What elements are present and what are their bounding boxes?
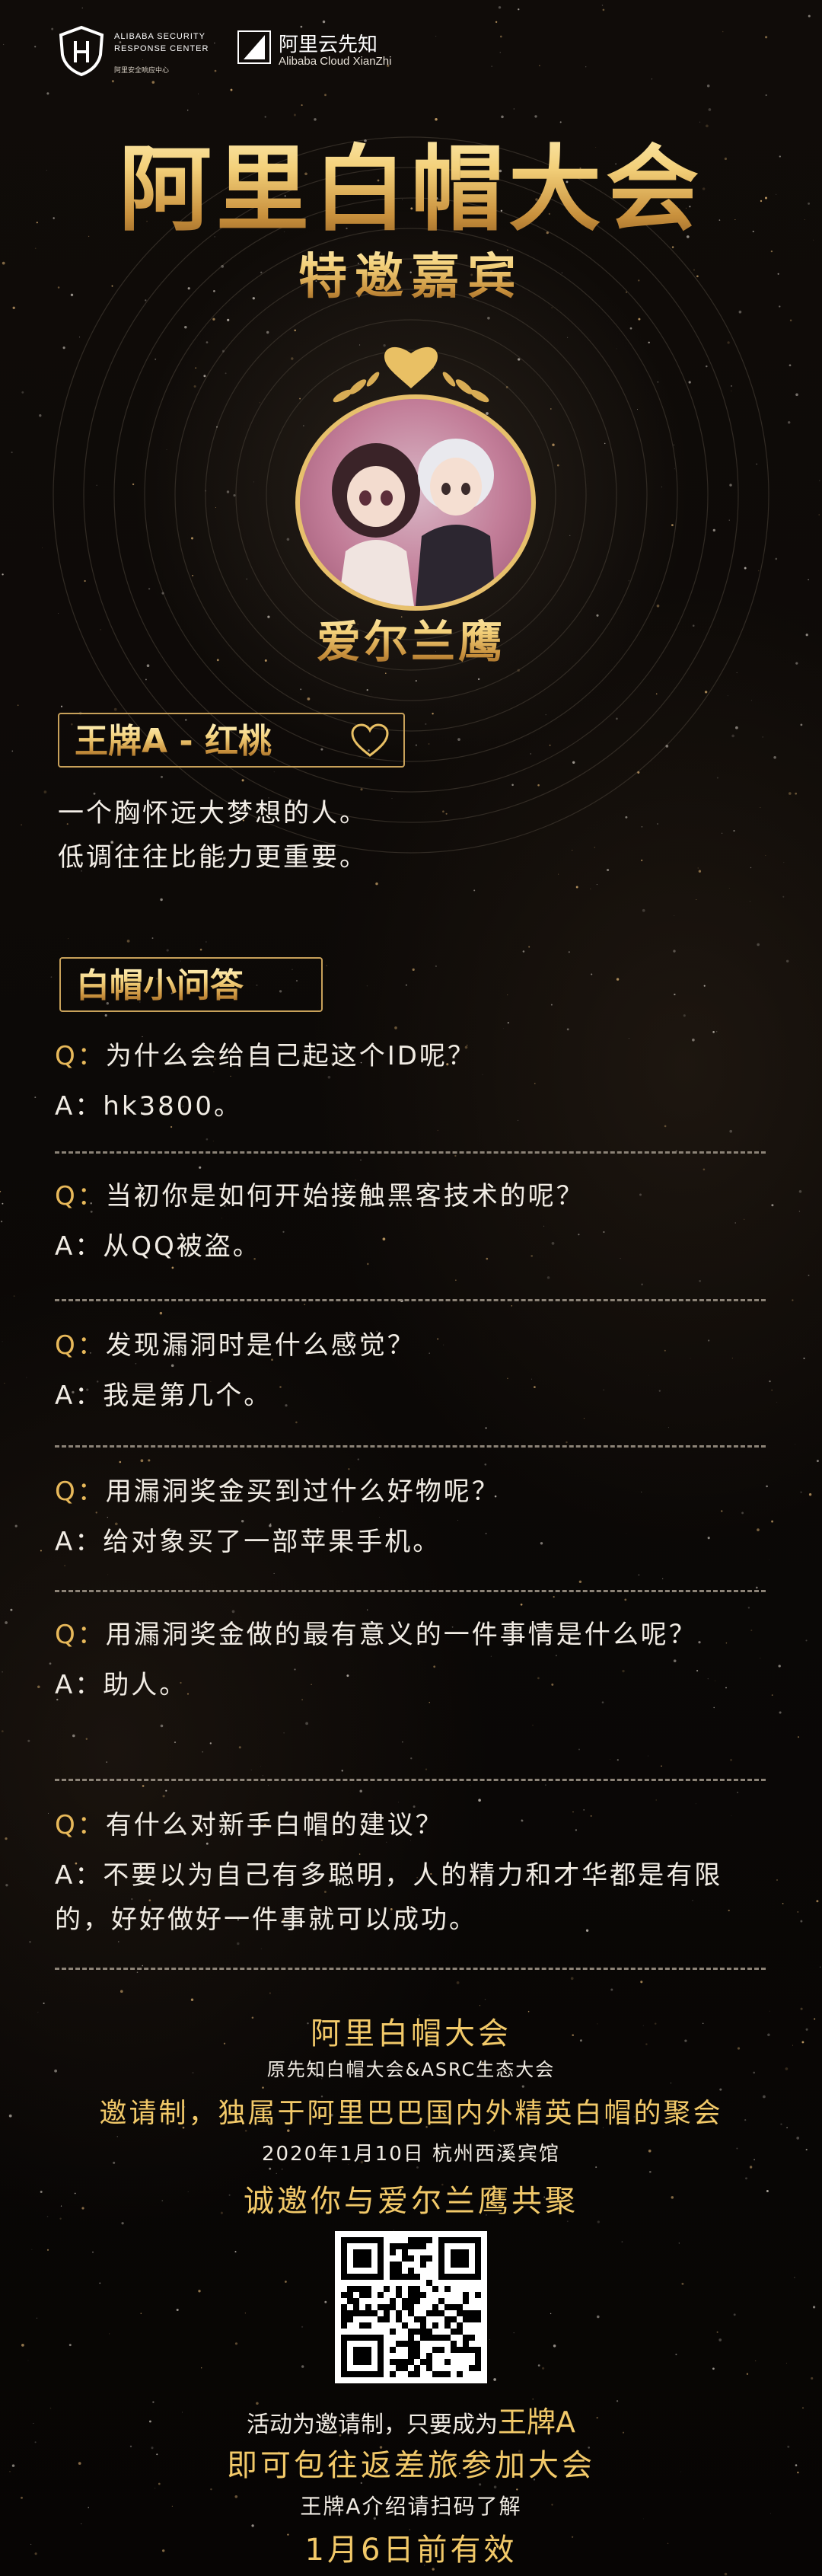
qa-item: Q：当初你是如何开始接触黑客技术的呢？ A：从QQ被盗。 xyxy=(55,1181,585,1262)
invite-line: 邀请制，独属于阿里巴巴国内外精英白帽的聚会 xyxy=(99,2098,723,2129)
question: 用漏洞奖金买到过什么好物呢？ xyxy=(105,1476,500,1507)
alibaba-security-shield-icon xyxy=(59,25,104,77)
invite-note: 活动为邀请制，只要成为王牌A xyxy=(0,2399,822,2440)
guest-name: 爱尔兰鹰 xyxy=(0,606,822,670)
event-subtitle: 原先知白帽大会&ASRC生态大会 xyxy=(266,2059,556,2080)
event-name: 阿里白帽大会 xyxy=(311,2016,511,2051)
divider xyxy=(55,1445,766,1448)
logo1-text: ALIBABA SECURITY RESPONSE CENTER xyxy=(114,32,209,53)
invite-note-text: 活动为邀请制，只要成为 xyxy=(247,2412,498,2438)
divider xyxy=(55,1151,766,1154)
invite-note-highlight: 王牌A xyxy=(498,2405,575,2439)
answer: 不要以为自己有多聪明，人的精力和才华都是有限的，好好做好一件事就可以成功。 xyxy=(55,1860,723,1935)
divider xyxy=(55,1299,766,1301)
travel-note: 即可包往返差旅参加大会 xyxy=(227,2448,595,2483)
qa-item: Q：为什么会给自己起这个ID呢？ A：hk3800。 xyxy=(55,1041,476,1122)
guest-avatar xyxy=(295,394,536,611)
answer: hk3800。 xyxy=(103,1091,243,1122)
invite-you: 诚邀你与爱尔兰鹰共聚 xyxy=(244,2184,578,2219)
divider xyxy=(55,1968,766,1970)
answer: 给对象买了一部苹果手机。 xyxy=(103,1527,441,1557)
card-tag: 王牌A - 红桃 xyxy=(58,713,405,768)
logo2-cn: 阿里云先知 xyxy=(279,34,378,56)
logo1-cn: 阿里安全响应中心 xyxy=(114,67,170,75)
question: 用漏洞奖金做的最有意义的一件事情是什么呢？ xyxy=(105,1620,697,1650)
date-place: 2020年1月10日 杭州西溪宾馆 xyxy=(261,2143,561,2166)
scan-note: 王牌A介绍请扫码了解 xyxy=(300,2494,522,2519)
divider xyxy=(55,1590,766,1592)
card-tag-label: 王牌A - 红桃 xyxy=(75,722,272,761)
valid-note: 1月6日前有效 xyxy=(304,2533,518,2568)
qa-item: Q：用漏洞奖金买到过什么好物呢？ A：给对象买了一部苹果手机。 xyxy=(55,1476,500,1557)
question: 发现漏洞时是什么感觉？ xyxy=(105,1330,416,1361)
qa-item: Q：发现漏洞时是什么感觉？ A：我是第几个。 xyxy=(55,1330,416,1411)
qa-item: Q：有什么对新手白帽的建议？ A：不要以为自己有多聪明，人的精力和才华都是有限的… xyxy=(55,1810,723,1935)
qa-item: Q：用漏洞奖金做的最有意义的一件事情是什么呢？ A：助人。 xyxy=(55,1620,697,1700)
qa-section-tag: 白帽小问答 xyxy=(59,957,323,1012)
page-title: 阿里白帽大会 xyxy=(0,114,822,249)
question: 有什么对新手白帽的建议？ xyxy=(105,1810,444,1840)
intro-line-1: 一个胸怀远大梦想的人。 xyxy=(58,798,368,828)
heart-outline-icon xyxy=(351,723,389,757)
xianzhi-logo-icon xyxy=(237,30,271,64)
answer: 助人。 xyxy=(103,1670,188,1700)
logo2-en: Alibaba Cloud XianZhi xyxy=(279,55,392,68)
qr-code-icon xyxy=(335,2231,487,2383)
question: 当初你是如何开始接触黑客技术的呢？ xyxy=(105,1181,585,1211)
qa-section-label: 白帽小问答 xyxy=(76,966,244,1005)
page-subtitle: 特邀嘉宾 xyxy=(0,238,822,308)
divider xyxy=(55,1779,766,1781)
answer: 从QQ被盗。 xyxy=(103,1231,261,1262)
question: 为什么会给自己起这个ID呢？ xyxy=(105,1041,476,1071)
answer: 我是第几个。 xyxy=(103,1381,272,1411)
intro-line-2: 低调往往比能力更重要。 xyxy=(58,842,368,873)
